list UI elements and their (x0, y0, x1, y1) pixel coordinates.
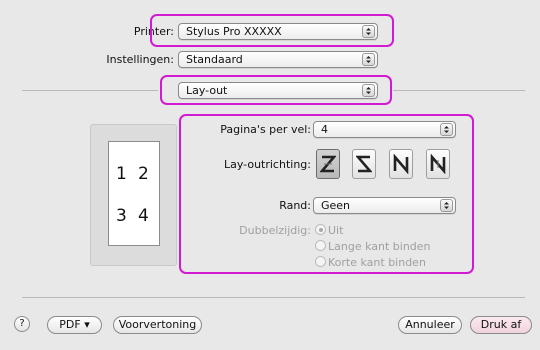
presets-popup[interactable]: Standaard (178, 51, 378, 68)
separator-right (393, 90, 525, 91)
preview-page-number: 3 (116, 206, 127, 226)
presets-value: Standaard (186, 53, 243, 66)
separator-left (22, 90, 158, 91)
help-button[interactable]: ? (14, 316, 30, 332)
layout-preview: 1 2 3 4 (90, 124, 177, 266)
preview-page-number: 1 (116, 164, 127, 184)
presets-label: Instellingen: (106, 53, 174, 66)
preview-page-number: 4 (138, 206, 149, 226)
preview-page-number: 2 (138, 164, 149, 184)
preview-page: 1 2 3 4 (108, 141, 160, 246)
preview-button[interactable]: Voorvertoning (113, 316, 202, 334)
popup-arrows-icon (362, 53, 375, 66)
footer-separator (22, 297, 525, 298)
layout-settings-highlight (179, 114, 474, 274)
panel-highlight (160, 75, 392, 105)
cancel-button[interactable]: Annuleer (398, 316, 462, 334)
print-button[interactable]: Druk af (470, 316, 532, 334)
printer-highlight (150, 14, 394, 47)
pdf-button[interactable]: PDF ▾ (47, 316, 102, 334)
